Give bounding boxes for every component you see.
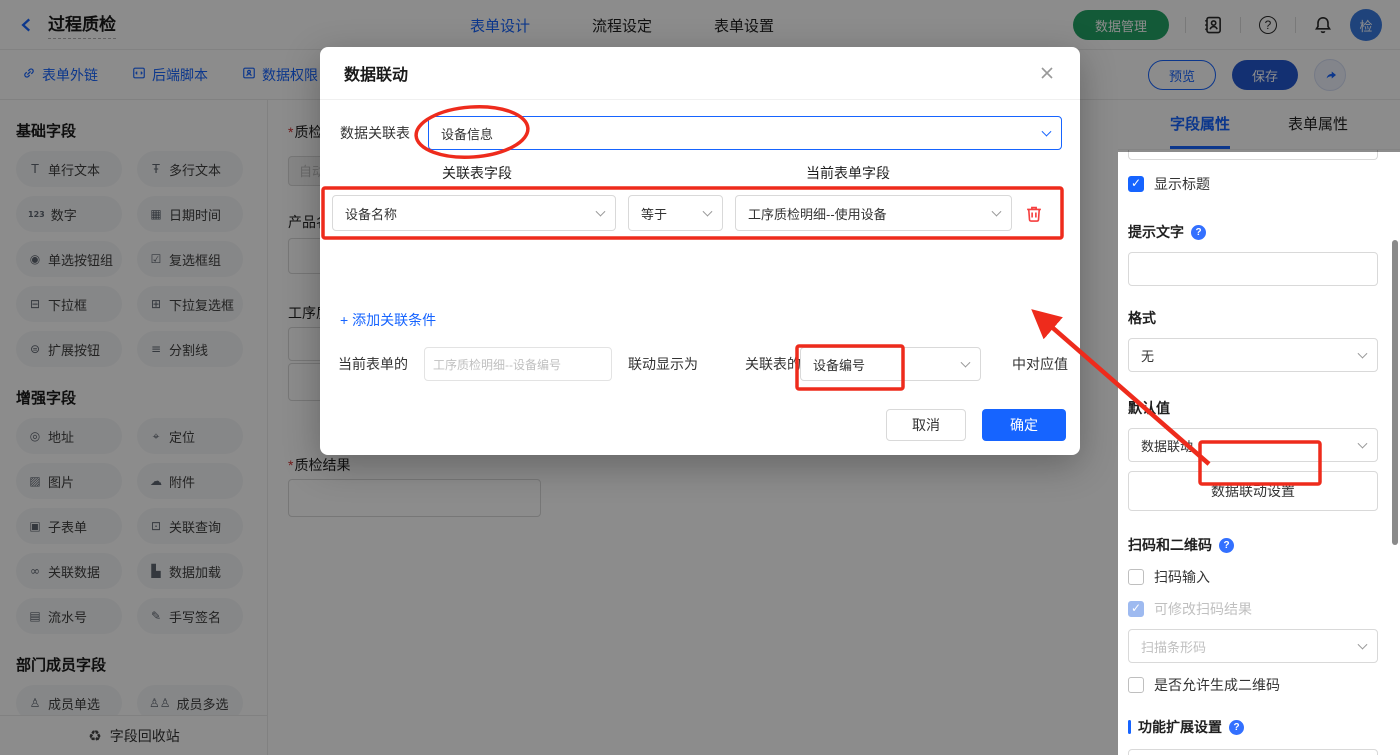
link-table-row: 数据关联表 设备信息 bbox=[340, 116, 1062, 150]
close-icon[interactable] bbox=[1038, 64, 1056, 82]
format-label: 格式 bbox=[1128, 310, 1156, 326]
property-panel: 字段属性 表单属性 显示标题 提示文字 格式 无 默认值 数据联动 bbox=[1118, 100, 1400, 755]
app-root: 过程质检 表单设计 流程设定 表单设置 数据管理 ? 检 表单外链 后端脚本 数… bbox=[0, 0, 1400, 755]
show-title-checkbox[interactable] bbox=[1128, 176, 1144, 192]
condition-field-select[interactable]: 设备名称 bbox=[332, 195, 616, 231]
confirm-button[interactable]: 确定 bbox=[982, 409, 1066, 441]
scan-editable-row: 可修改扫码结果 bbox=[1128, 599, 1378, 619]
show-title-row: 显示标题 bbox=[1128, 174, 1378, 194]
ext-settings-label: 功能扩展设置 bbox=[1128, 717, 1378, 737]
scan-input-row: 扫码输入 bbox=[1128, 567, 1378, 587]
chevron-down-icon bbox=[702, 206, 713, 217]
chevron-down-icon bbox=[991, 206, 1002, 217]
scan-type-select: 扫描条形码 bbox=[1128, 629, 1378, 663]
chevron-down-icon bbox=[1357, 348, 1368, 359]
condition-operator-select[interactable]: 等于 bbox=[628, 195, 723, 231]
help-icon[interactable] bbox=[1229, 719, 1244, 735]
format-select[interactable]: 无 bbox=[1128, 338, 1378, 372]
scan-editable-checkbox bbox=[1128, 601, 1144, 617]
chevron-down-icon bbox=[1357, 639, 1368, 650]
col-header-related-field: 关联表字段 bbox=[442, 165, 512, 181]
add-action-button[interactable]: 添加操作 bbox=[1128, 749, 1378, 755]
current-form-field-input bbox=[424, 347, 612, 381]
hint-label: 提示文字 bbox=[1128, 222, 1378, 242]
chevron-down-icon bbox=[960, 357, 971, 368]
qr-allow-checkbox[interactable] bbox=[1128, 677, 1144, 693]
link-table-label: 数据关联表 bbox=[340, 125, 410, 141]
default-value-label: 默认值 bbox=[1128, 400, 1170, 416]
add-condition-link[interactable]: + 添加关联条件 bbox=[340, 310, 436, 330]
chevron-down-icon bbox=[1041, 126, 1052, 137]
condition-target-select[interactable]: 工序质检明细--使用设备 bbox=[735, 195, 1012, 231]
current-form-label: 当前表单的 bbox=[338, 356, 408, 372]
chevron-down-icon bbox=[595, 206, 606, 217]
modal-title: 数据联动 bbox=[344, 67, 409, 84]
col-header-current-field: 当前表单字段 bbox=[806, 165, 890, 181]
display-as-label: 联动显示为 bbox=[628, 356, 698, 372]
related-field-select[interactable]: 设备编号 bbox=[800, 347, 981, 381]
panel-scrollbar[interactable] bbox=[1392, 240, 1398, 545]
scan-section-label: 扫码和二维码 bbox=[1128, 535, 1378, 555]
related-table-label: 关联表的 bbox=[745, 356, 801, 372]
hint-text-input[interactable] bbox=[1128, 252, 1378, 286]
scan-input-checkbox[interactable] bbox=[1128, 569, 1144, 585]
link-table-select[interactable]: 设备信息 bbox=[428, 116, 1062, 150]
trash-icon[interactable] bbox=[1024, 204, 1044, 224]
help-icon[interactable] bbox=[1191, 224, 1206, 240]
qr-allow-row: 是否允许生成二维码 bbox=[1128, 675, 1378, 695]
help-icon[interactable] bbox=[1219, 537, 1234, 553]
data-linkage-modal: 数据联动 数据关联表 设备信息 关联表字段 当前表单字段 设备名称 等于 工序质… bbox=[320, 47, 1080, 455]
chevron-down-icon bbox=[1357, 438, 1368, 449]
data-linkage-settings-button[interactable]: 数据联动设置 bbox=[1128, 471, 1378, 511]
linkage-display-row: 当前表单的 联动显示为 关联表的 设备编号 中对应值 bbox=[320, 347, 1080, 381]
cancel-button[interactable]: 取消 bbox=[886, 409, 966, 441]
suffix-label: 中对应值 bbox=[1012, 356, 1068, 372]
default-value-select[interactable]: 数据联动 bbox=[1128, 428, 1378, 462]
